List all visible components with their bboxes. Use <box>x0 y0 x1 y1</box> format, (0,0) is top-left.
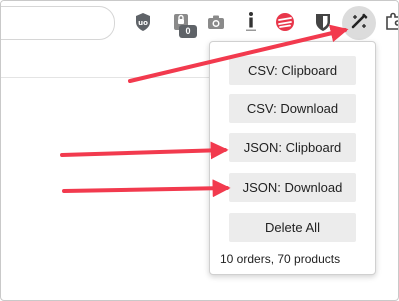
address-bar[interactable] <box>1 6 115 40</box>
bitwarden-shield-icon[interactable] <box>311 10 335 34</box>
svg-text:uo: uo <box>138 19 148 27</box>
orders-summary: 10 orders, 70 products <box>220 252 341 266</box>
ublock-origin-icon[interactable]: uo <box>131 10 155 34</box>
json-download-button[interactable]: JSON: Download <box>229 173 356 202</box>
browser-toolbar: uo 0 <box>1 1 398 43</box>
json-clipboard-button[interactable]: JSON: Clipboard <box>229 133 356 162</box>
toolbar-divider <box>1 77 211 78</box>
extension-badge: 0 <box>179 25 197 38</box>
browser-window: uo 0 CSV: Clipboard CSV: Download JSON: … <box>0 0 399 301</box>
delete-all-button[interactable]: Delete All <box>229 213 356 242</box>
red-circle-extension-icon[interactable] <box>273 10 297 34</box>
extension-popup: CSV: Clipboard CSV: Download JSON: Clipb… <box>209 41 376 275</box>
info-extension-icon[interactable] <box>239 10 263 34</box>
puzzle-piece-icon[interactable] <box>381 10 398 34</box>
csv-clipboard-button[interactable]: CSV: Clipboard <box>229 56 356 85</box>
order-exporter-icon[interactable] <box>347 10 371 34</box>
camera-icon[interactable] <box>204 10 228 34</box>
csv-download-button[interactable]: CSV: Download <box>229 94 356 123</box>
